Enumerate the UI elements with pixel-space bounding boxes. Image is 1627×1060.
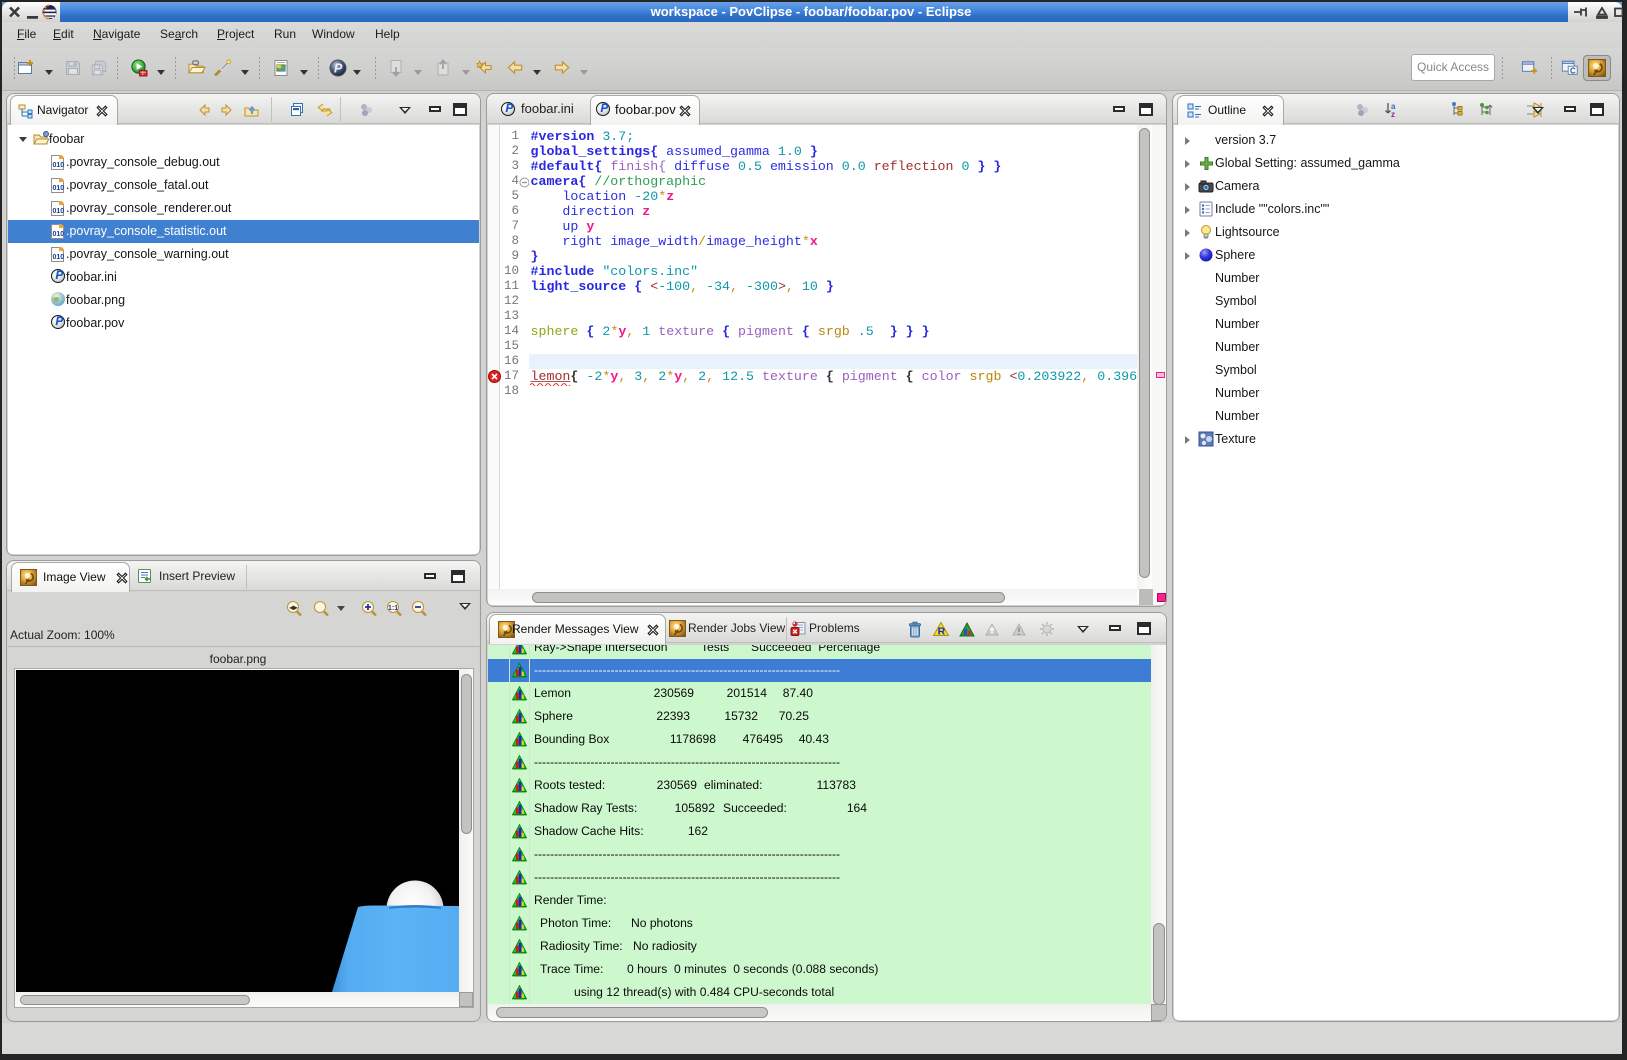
svg-text:◂▸: ◂▸ [289, 603, 299, 612]
svg-text:R: R [938, 626, 946, 638]
svg-text:P: P [334, 62, 343, 76]
svg-text:1:1: 1:1 [388, 605, 398, 612]
svg-text:z: z [1391, 110, 1395, 119]
svg-text:C: C [1570, 66, 1576, 75]
